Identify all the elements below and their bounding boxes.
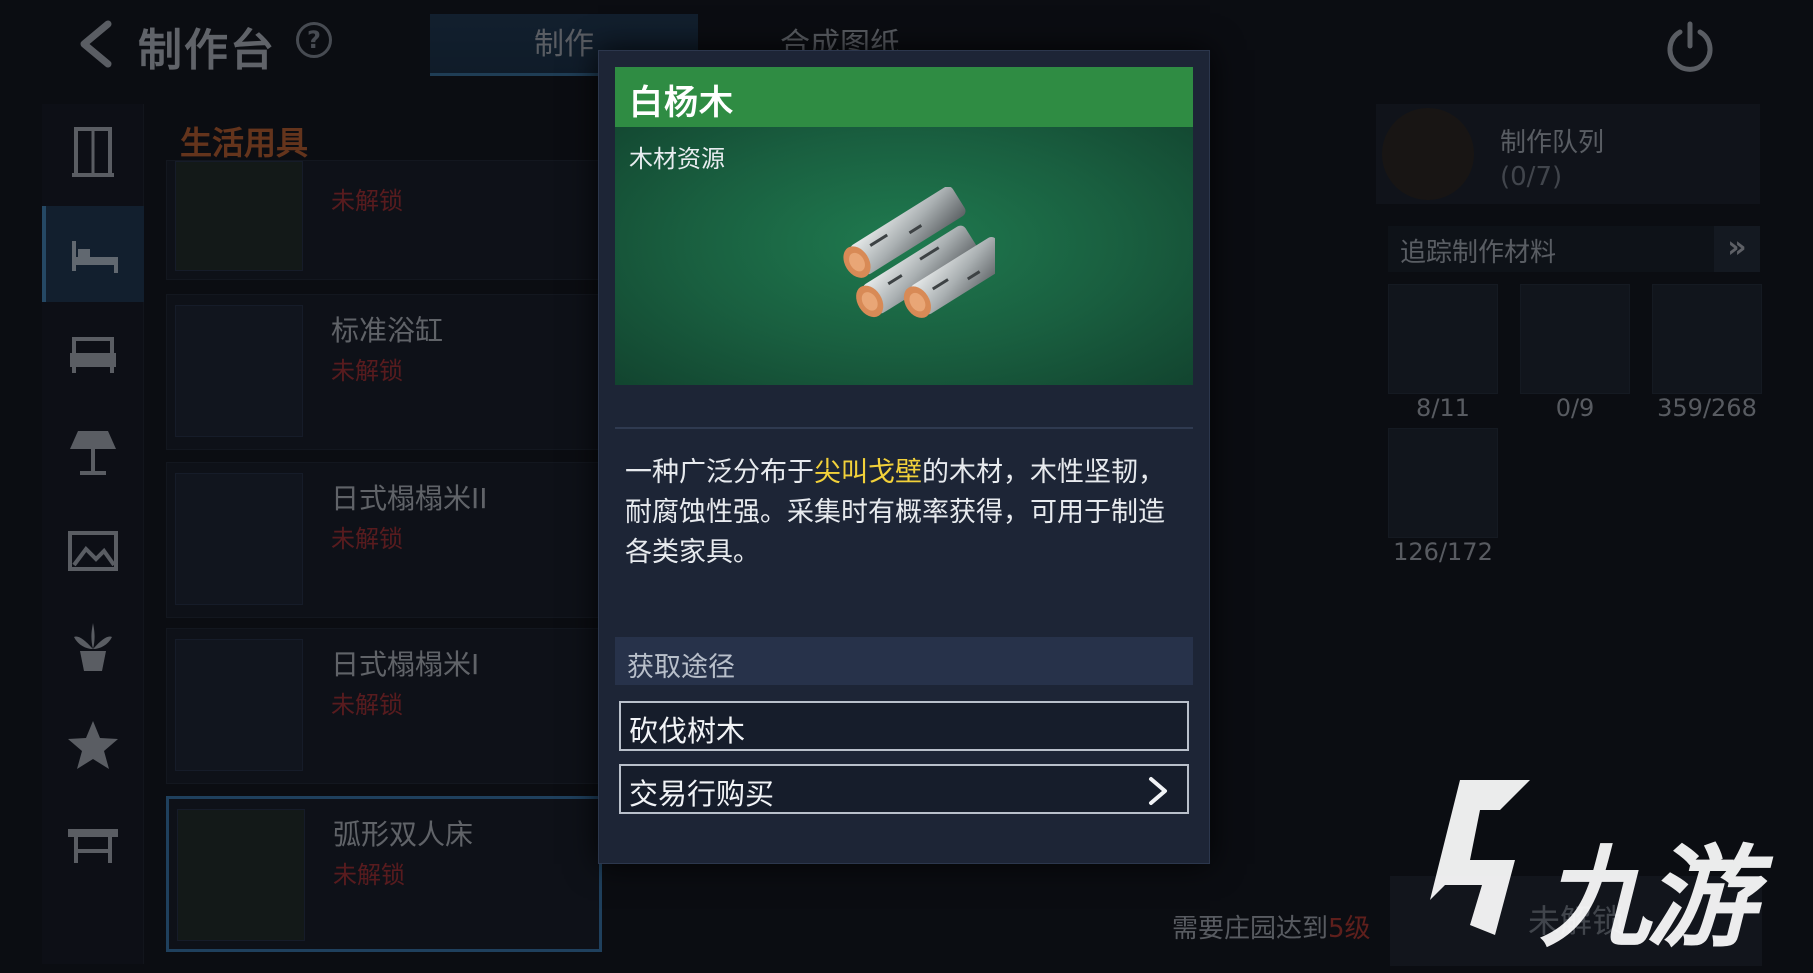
item-tooltip: 白杨木 木材资源 一种广泛分布于尖叫戈壁的木材，木性坚韧，耐腐蚀性强。采集时有概…: [598, 50, 1210, 864]
item-lock-status: 未解锁: [331, 357, 403, 385]
item-name: 标准浴缸: [331, 314, 444, 347]
item-artwork: 木材资源: [615, 127, 1193, 385]
material-slot[interactable]: [1388, 284, 1498, 394]
page-title: 制作台: [138, 25, 276, 76]
power-icon[interactable]: [1662, 18, 1718, 74]
source-label: 砍伐树木: [629, 714, 746, 748]
item-thumbnail: [175, 161, 303, 271]
material-count: 0/9: [1555, 394, 1595, 422]
source-chop-trees[interactable]: 砍伐树木: [619, 701, 1189, 751]
poplar-logs-icon: [843, 187, 995, 318]
sofa-icon: [70, 337, 116, 373]
watermark-text: 九游: [1540, 834, 1756, 962]
lamp-icon: [70, 431, 116, 475]
material-slot[interactable]: [1388, 428, 1498, 538]
item-lock-status: 未解锁: [331, 525, 403, 553]
table-icon: [68, 829, 118, 863]
sources-header: 获取途径: [615, 637, 1193, 685]
material-slot[interactable]: [1652, 284, 1762, 394]
category-bed[interactable]: [42, 206, 144, 302]
star-icon: [68, 721, 118, 769]
category-picture[interactable]: [42, 502, 144, 598]
category-lamp[interactable]: [42, 404, 144, 500]
material-count: 359/268: [1657, 394, 1757, 422]
location-highlight: 尖叫戈壁: [814, 457, 922, 488]
list-item-selected[interactable]: 弧形双人床 未解锁: [166, 796, 602, 952]
category-favorite[interactable]: [42, 698, 144, 794]
potted-plant-icon: [74, 623, 112, 671]
desc-part: 一种广泛分布于: [625, 457, 814, 488]
list-item[interactable]: 日式榻榻米II 未解锁: [166, 462, 602, 618]
double-chevron-icon[interactable]: »: [1714, 226, 1760, 272]
queue-title: 制作队列: [1500, 128, 1605, 158]
back-arrow-icon[interactable]: [72, 18, 120, 70]
category-sidebar: [42, 104, 144, 964]
help-icon[interactable]: ?: [296, 22, 332, 58]
item-name: 弧形双人床: [333, 818, 474, 851]
requirement-prefix: 需要庄园达到: [1172, 914, 1329, 944]
queue-slot: [1382, 108, 1474, 200]
category-sofa[interactable]: [42, 306, 144, 402]
item-description: 一种广泛分布于尖叫戈壁的木材，木性坚韧，耐腐蚀性强。采集时有概率获得，可用于制造…: [625, 453, 1185, 573]
material-count: 126/172: [1393, 538, 1493, 566]
chevron-right-icon: [1149, 777, 1167, 805]
item-thumbnail: [177, 809, 305, 941]
item-lock-status: 未解锁: [333, 861, 405, 889]
item-name: 日式榻榻米I: [331, 648, 480, 681]
queue-count: (0/7): [1500, 162, 1563, 192]
list-item[interactable]: 未解锁: [166, 160, 602, 280]
source-label: 交易行购买: [629, 777, 775, 811]
category-table[interactable]: [42, 796, 144, 892]
sources-title: 获取途径: [627, 652, 735, 683]
item-lock-status: 未解锁: [331, 691, 403, 719]
material-slot[interactable]: [1520, 284, 1630, 394]
item-title: 白杨木: [629, 83, 734, 123]
track-materials-label: 追踪制作材料: [1400, 238, 1557, 268]
item-lock-status: 未解锁: [331, 187, 403, 215]
track-materials-bar: 追踪制作材料 »: [1388, 226, 1760, 272]
item-thumbnail: [175, 473, 303, 605]
wardrobe-icon: [72, 127, 114, 177]
bed-icon: [72, 241, 118, 273]
category-plant[interactable]: [42, 600, 144, 696]
item-thumbnail: [175, 639, 303, 771]
list-item[interactable]: 标准浴缸 未解锁: [166, 294, 602, 450]
picture-frame-icon: [68, 531, 118, 571]
section-title: 生活用具: [180, 124, 309, 162]
source-trading-post-button[interactable]: 交易行购买: [619, 764, 1189, 814]
divider: [615, 427, 1193, 429]
requirement-text: 需要庄园达到5级: [1172, 908, 1371, 945]
craft-queue[interactable]: 制作队列 (0/7): [1376, 104, 1760, 204]
requirement-level: 5级: [1328, 914, 1371, 944]
category-wardrobe[interactable]: [42, 104, 144, 200]
tooltip-header: 白杨木: [615, 67, 1193, 127]
list-item[interactable]: 日式榻榻米I 未解锁: [166, 628, 602, 784]
item-type: 木材资源: [629, 145, 725, 173]
item-thumbnail: [175, 305, 303, 437]
material-count: 8/11: [1416, 394, 1470, 422]
item-name: 日式榻榻米II: [331, 482, 488, 515]
